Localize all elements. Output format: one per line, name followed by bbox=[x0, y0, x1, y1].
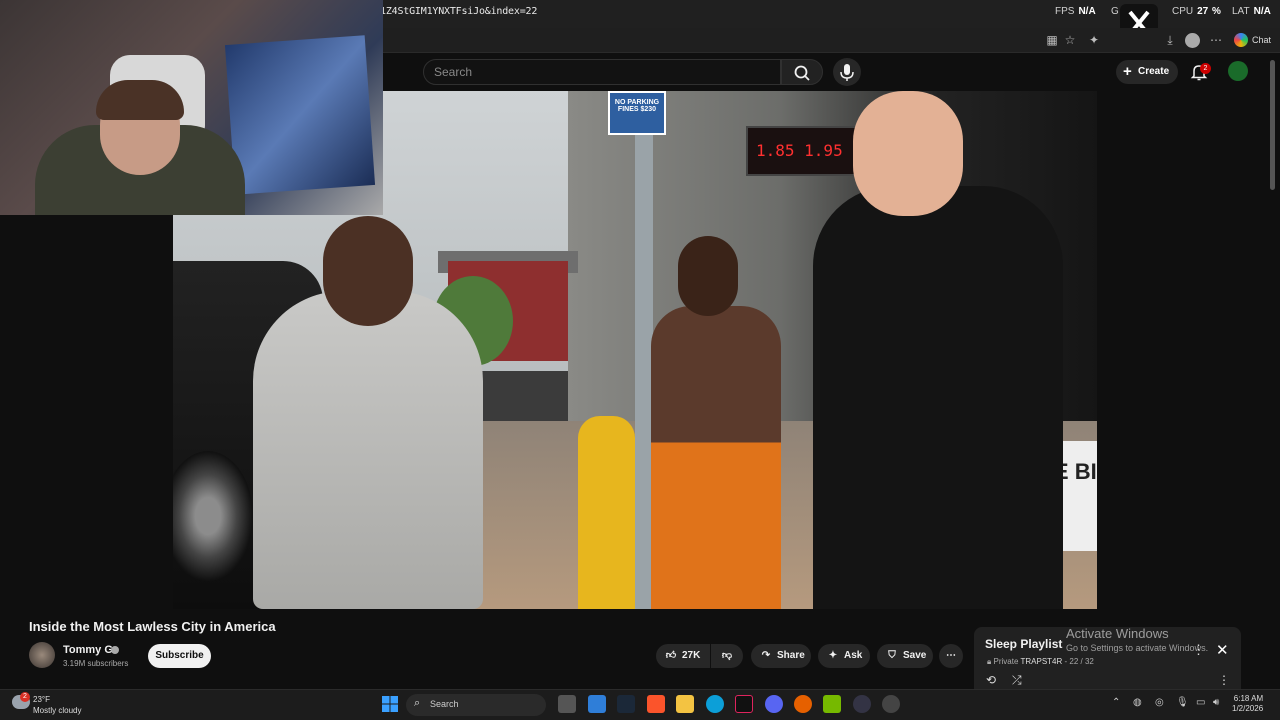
account-avatar[interactable] bbox=[1228, 61, 1248, 81]
extensions-icon[interactable]: ✦ bbox=[1086, 32, 1102, 48]
channel-name[interactable]: Tommy G bbox=[63, 644, 113, 656]
save-button[interactable]: ⛉ Save bbox=[877, 644, 933, 668]
activate-windows-title: Activate Windows bbox=[1066, 626, 1169, 641]
windows-taskbar bbox=[0, 689, 1280, 720]
gpu-stat: G bbox=[1111, 6, 1119, 17]
taskbar-search[interactable] bbox=[406, 694, 546, 716]
video-person-3-head bbox=[853, 91, 963, 216]
show-hidden-icons[interactable]: ⌃ bbox=[1112, 697, 1120, 708]
lock-icon: 🔒︎ bbox=[987, 657, 992, 666]
app-icon[interactable] bbox=[882, 695, 900, 713]
more-horizontal-icon: ⋯ bbox=[946, 650, 956, 661]
playlist-title[interactable]: Sleep Playlist bbox=[985, 637, 1062, 651]
weather-widget[interactable]: 23°F Mostly cloudy bbox=[33, 694, 81, 716]
chat-button[interactable]: Chat bbox=[1252, 35, 1271, 45]
video-person-1-head bbox=[323, 216, 413, 326]
file-explorer-icon[interactable] bbox=[676, 695, 694, 713]
sparkle-icon: ✦ bbox=[828, 650, 838, 661]
tray-app-icon[interactable]: ◍ bbox=[1133, 697, 1142, 708]
windows-start-icon[interactable] bbox=[381, 695, 399, 713]
ask-button[interactable]: ✦ Ask bbox=[818, 644, 870, 668]
volume-icon[interactable]: 🔊︎ bbox=[1213, 697, 1219, 708]
search-icon bbox=[794, 65, 810, 81]
notification-count-badge: 2 bbox=[1200, 63, 1211, 74]
search-button[interactable] bbox=[781, 59, 823, 85]
page-scrollbar[interactable] bbox=[1270, 60, 1275, 190]
video-person-2 bbox=[651, 306, 781, 609]
obs-icon[interactable] bbox=[853, 695, 871, 713]
voice-search-button[interactable] bbox=[833, 58, 861, 86]
notepad-icon[interactable] bbox=[588, 695, 606, 713]
task-view-icon[interactable] bbox=[558, 695, 576, 713]
weather-badge: 2 bbox=[20, 692, 30, 702]
nvidia-icon[interactable] bbox=[823, 695, 841, 713]
taskbar-search-icon: ⌕ bbox=[414, 697, 421, 709]
playlist-options-icon[interactable]: ⋮ bbox=[1218, 673, 1230, 687]
cpu-stat: CPU 27 % bbox=[1172, 6, 1221, 17]
search-placeholder: Search bbox=[434, 65, 473, 79]
search-input[interactable] bbox=[423, 59, 781, 85]
thumbs-up-icon: 👍︎ bbox=[665, 650, 677, 661]
street-sign-text: NO PARKING FINES $230 bbox=[614, 99, 660, 113]
steam-icon[interactable] bbox=[617, 695, 635, 713]
fps-stat: FPS N/A bbox=[1055, 6, 1096, 17]
more-actions-button[interactable]: ⋯ bbox=[939, 644, 963, 668]
webcam-poster bbox=[224, 35, 376, 195]
subscribe-button[interactable]: Subscribe bbox=[148, 644, 211, 668]
copilot-icon[interactable] bbox=[1234, 33, 1248, 47]
profile-avatar[interactable] bbox=[1185, 33, 1200, 48]
video-person-2-head bbox=[678, 236, 738, 316]
bookmark-icon: ⛉ bbox=[888, 650, 896, 661]
like-button[interactable]: 👍︎ 27K bbox=[656, 644, 710, 668]
microphone-tray-icon[interactable]: 🎙︎ bbox=[1176, 697, 1189, 708]
playlist-close-icon[interactable]: ✕ bbox=[1216, 641, 1229, 659]
video-title: Inside the Most Lawless City in America bbox=[29, 619, 276, 634]
system-clock[interactable]: 6:18 AM 1/2/2026 bbox=[1232, 694, 1263, 714]
share-button[interactable]: ↷ Share bbox=[751, 644, 811, 668]
url-field[interactable]: 1Z4StGIM1YNXTFsiJo&index=22 bbox=[380, 6, 537, 17]
tray-app-icon-2[interactable]: ◎ bbox=[1155, 697, 1164, 708]
discord-icon[interactable] bbox=[765, 695, 783, 713]
plus-icon: + bbox=[1123, 63, 1132, 80]
channel-avatar[interactable] bbox=[29, 642, 55, 668]
tiktok-icon[interactable] bbox=[735, 695, 753, 713]
playlist-meta: 🔒︎ Private TRAPST4R - 22 / 32 bbox=[987, 657, 1094, 666]
more-menu-icon[interactable]: ⋯ bbox=[1208, 32, 1224, 48]
edge-icon[interactable] bbox=[706, 695, 724, 713]
share-icon: ↷ bbox=[761, 650, 771, 661]
favorite-star-icon[interactable]: ☆ bbox=[1062, 32, 1078, 48]
download-icon[interactable]: ⤓ bbox=[1162, 32, 1178, 48]
screen: FPS N/A G CPU 27 % LAT N/A 1Z4StGIM1YNXTFsi… bbox=[0, 0, 1280, 720]
app-grid-icon[interactable]: ▦ bbox=[1044, 32, 1060, 48]
video-street-sign: NO PARKING FINES $230 bbox=[608, 91, 666, 135]
video-person-3 bbox=[813, 186, 1063, 609]
activate-windows-subtitle: Go to Settings to activate Windows. bbox=[1066, 643, 1209, 653]
video-bollard bbox=[578, 416, 635, 609]
video-price-text: 1.85 1.95 bbox=[756, 141, 843, 160]
microphone-icon bbox=[840, 64, 854, 81]
create-button[interactable]: + Create bbox=[1116, 60, 1178, 84]
video-person-1 bbox=[253, 291, 483, 609]
taskbar-search-label: Search bbox=[430, 699, 459, 709]
verified-icon bbox=[111, 646, 119, 654]
shuffle-icon[interactable]: ⤮ bbox=[1012, 673, 1022, 688]
subscriber-count: 3.19M subscribers bbox=[63, 659, 129, 668]
brave-icon[interactable] bbox=[647, 695, 665, 713]
firefox-icon[interactable] bbox=[794, 695, 812, 713]
webcam-hair bbox=[96, 80, 184, 120]
webcam-overlay bbox=[0, 0, 383, 215]
network-icon[interactable]: ▭ bbox=[1196, 697, 1205, 708]
thumbs-down-icon: 👎︎ bbox=[721, 650, 733, 661]
loop-icon[interactable]: ⟲ bbox=[986, 673, 996, 687]
dislike-button[interactable]: 👎︎ bbox=[711, 644, 743, 668]
latency-stat: LAT N/A bbox=[1232, 6, 1271, 17]
